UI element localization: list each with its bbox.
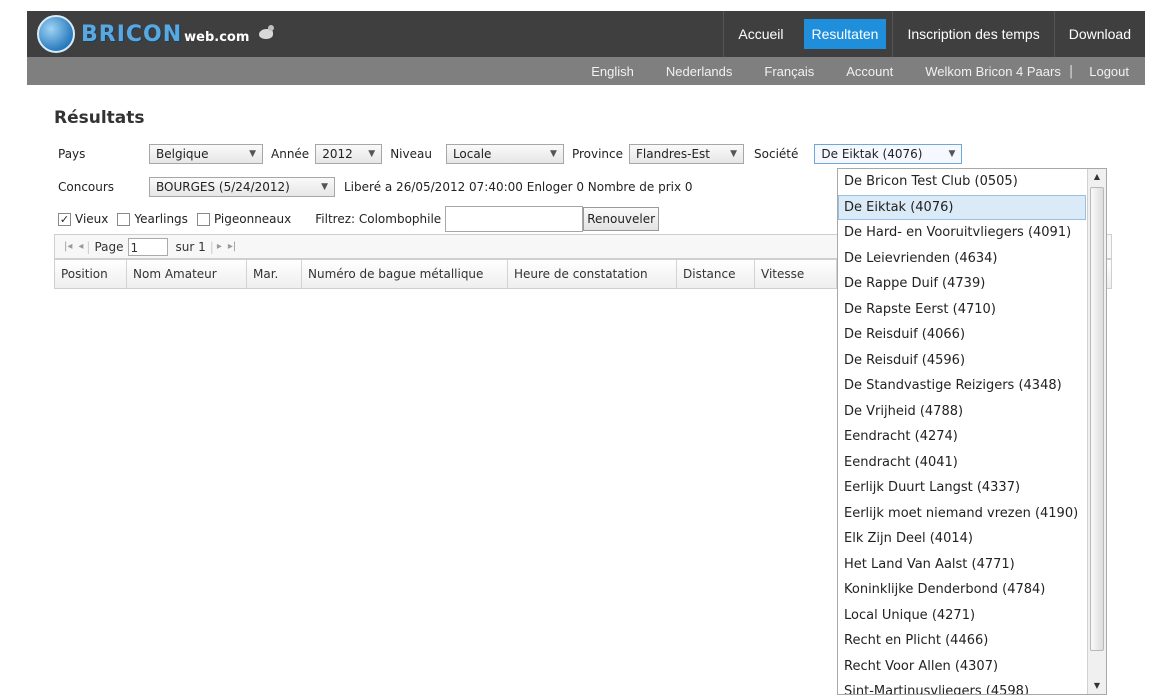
dropdown-option[interactable]: De Reisduif (4596) — [838, 348, 1086, 374]
dropdown-option[interactable]: Eendracht (4041) — [838, 450, 1086, 476]
nav-inscription[interactable]: Inscription des temps — [892, 11, 1053, 57]
province-value: Flandres-Est — [636, 147, 711, 161]
page-input[interactable]: 1 — [127, 237, 168, 256]
sub-navbar: English Nederlands Français Account Welk… — [27, 57, 1145, 85]
vieux-checkbox[interactable]: ✓ — [58, 212, 71, 226]
dropdown-option[interactable]: Recht Voor Allen (4307) — [838, 654, 1086, 680]
societe-value: De Eiktak (4076) — [821, 147, 923, 161]
col-distance[interactable]: Distance — [677, 260, 755, 288]
lang-francais[interactable]: Français — [748, 64, 830, 79]
concours-select[interactable]: BOURGES (5/24/2012) ▼ — [149, 177, 335, 197]
chevron-down-icon: ▼ — [948, 149, 956, 159]
prev-page-icon[interactable]: ◂ — [75, 241, 86, 252]
dropdown-option[interactable]: Recht en Plicht (4466) — [838, 628, 1086, 654]
province-label: Province — [571, 147, 624, 161]
dropdown-option[interactable]: De Rapste Eerst (4710) — [838, 297, 1086, 323]
dropdown-option[interactable]: Koninklijke Denderbond (4784) — [838, 577, 1086, 603]
logo-domain: web.com — [184, 29, 250, 45]
concours-label: Concours — [58, 180, 115, 194]
vieux-label: Vieux — [75, 212, 109, 226]
col-position[interactable]: Position — [55, 260, 127, 288]
page-label: Page — [94, 239, 124, 254]
dropdown-option[interactable]: De Reisduif (4066) — [838, 322, 1086, 348]
annee-label: Année — [271, 147, 310, 161]
chevron-down-icon: ▼ — [730, 149, 738, 159]
dropdown-option[interactable]: Local Unique (4271) — [838, 603, 1086, 629]
pigeonneaux-label: Pigeonneaux — [213, 212, 292, 226]
dropdown-option[interactable]: Eerlijk moet niemand vrezen (4190) — [838, 501, 1086, 527]
scroll-up-icon[interactable]: ▲ — [1088, 169, 1106, 185]
nav-download[interactable]: Download — [1053, 11, 1145, 57]
dropdown-option[interactable]: De Hard- en Vooruitvliegers (4091) — [838, 220, 1086, 246]
logo[interactable]: BRICON web.com — [37, 15, 277, 53]
nav-resultaten[interactable]: Resultaten — [803, 19, 887, 49]
page-title: Résultats — [54, 108, 145, 128]
filter-row-1: Pays Belgique ▼ Année 2012 ▼ Niveau Locale… — [58, 144, 963, 164]
pays-value: Belgique — [156, 147, 209, 161]
chevron-down-icon: ▼ — [249, 149, 256, 159]
colombophile-filter-input[interactable] — [445, 206, 584, 232]
societe-label: Société — [754, 147, 799, 161]
pigeonneaux-checkbox[interactable] — [196, 212, 210, 226]
release-info: Liberé a 26/05/2012 07:40:00 Enloger 0 N… — [344, 180, 693, 194]
dropdown-option[interactable]: De Leievrienden (4634) — [838, 246, 1086, 272]
dropdown-option-selected[interactable]: De Eiktak (4076) — [838, 194, 1086, 220]
col-nom-amateur[interactable]: Nom Amateur — [127, 260, 247, 288]
col-mar[interactable]: Mar. — [247, 260, 302, 288]
scroll-down-icon[interactable]: ▼ — [1088, 678, 1106, 694]
societe-select[interactable]: De Eiktak (4076) ▼ — [814, 144, 963, 164]
pays-select[interactable]: Belgique ▼ — [149, 144, 263, 164]
logout-link[interactable]: Logout — [1073, 64, 1145, 79]
dropdown-option[interactable]: Elk Zijn Deel (4014) — [838, 526, 1086, 552]
col-numero-bague[interactable]: Numéro de bague métallique — [302, 260, 508, 288]
dropdown-option[interactable]: Sint-Martinusvliegers (4598) — [838, 679, 1086, 694]
chevron-down-icon: ▼ — [321, 182, 328, 192]
yearlings-label: Yearlings — [134, 212, 188, 226]
chevron-down-icon: ▼ — [550, 149, 557, 159]
nav-accueil[interactable]: Accueil — [723, 11, 797, 57]
main-nav: Accueil Resultaten Inscription des temps… — [723, 11, 1145, 57]
renew-button[interactable]: Renouveler — [583, 207, 660, 231]
dropdown-option[interactable]: Eerlijk Duurt Langst (4337) — [838, 475, 1086, 501]
first-page-icon[interactable]: |◂ — [61, 241, 75, 252]
dropdown-option[interactable]: Het Land Van Aalst (4771) — [838, 552, 1086, 578]
annee-value: 2012 — [322, 147, 353, 161]
globe-icon — [37, 15, 75, 53]
next-page-icon[interactable]: ▸ — [214, 241, 225, 252]
col-vitesse[interactable]: Vitesse — [755, 260, 837, 288]
annee-select[interactable]: 2012 ▼ — [315, 144, 383, 164]
main-navbar: BRICON web.com Accueil Resultaten Inscri… — [27, 11, 1145, 57]
niveau-label: Niveau — [390, 147, 432, 161]
dropdown-option[interactable]: Eendracht (4274) — [838, 424, 1086, 450]
pigeon-icon — [255, 23, 277, 45]
top-header: BRICON web.com Accueil Resultaten Inscri… — [0, 0, 1151, 85]
dropdown-option[interactable]: De Bricon Test Club (0505) — [838, 169, 1086, 195]
dropdown-scrollbar[interactable]: ▲ ▼ — [1087, 169, 1106, 694]
account-link[interactable]: Account — [830, 64, 909, 79]
filter-row-3: ✓ Vieux Yearlings Pigeonneaux Filtrez: C… — [58, 206, 660, 232]
col-heure-constatation[interactable]: Heure de constatation — [508, 260, 677, 288]
welcome-text: Welkom Bricon 4 Paars — [925, 63, 1061, 79]
dropdown-option[interactable]: De Standvastige Reizigers (4348) — [838, 373, 1086, 399]
pays-label: Pays — [58, 147, 86, 161]
page-of-text: sur 1 — [175, 239, 206, 254]
filter-label: Filtrez: Colombophile — [315, 212, 442, 226]
yearlings-checkbox[interactable] — [117, 212, 131, 226]
niveau-select[interactable]: Locale ▼ — [445, 144, 564, 164]
chevron-down-icon: ▼ — [368, 149, 376, 159]
societe-dropdown-list[interactable]: De Bricon Test Club (0505) De Eiktak (40… — [837, 168, 1107, 695]
lang-english[interactable]: English — [575, 64, 650, 79]
logo-text: BRICON — [81, 21, 183, 47]
filter-row-2: Concours BOURGES (5/24/2012) ▼ Liberé a 2… — [58, 177, 693, 197]
dropdown-option[interactable]: De Rappe Duif (4739) — [838, 271, 1086, 297]
niveau-value: Locale — [452, 147, 492, 161]
scroll-thumb[interactable] — [1090, 187, 1104, 651]
last-page-icon[interactable]: ▸| — [225, 241, 239, 252]
lang-nederlands[interactable]: Nederlands — [650, 64, 749, 79]
dropdown-option[interactable]: De Vrijheid (4788) — [838, 399, 1086, 425]
concours-value: BOURGES (5/24/2012) — [156, 180, 290, 194]
province-select[interactable]: Flandres-Est ▼ — [629, 144, 745, 164]
